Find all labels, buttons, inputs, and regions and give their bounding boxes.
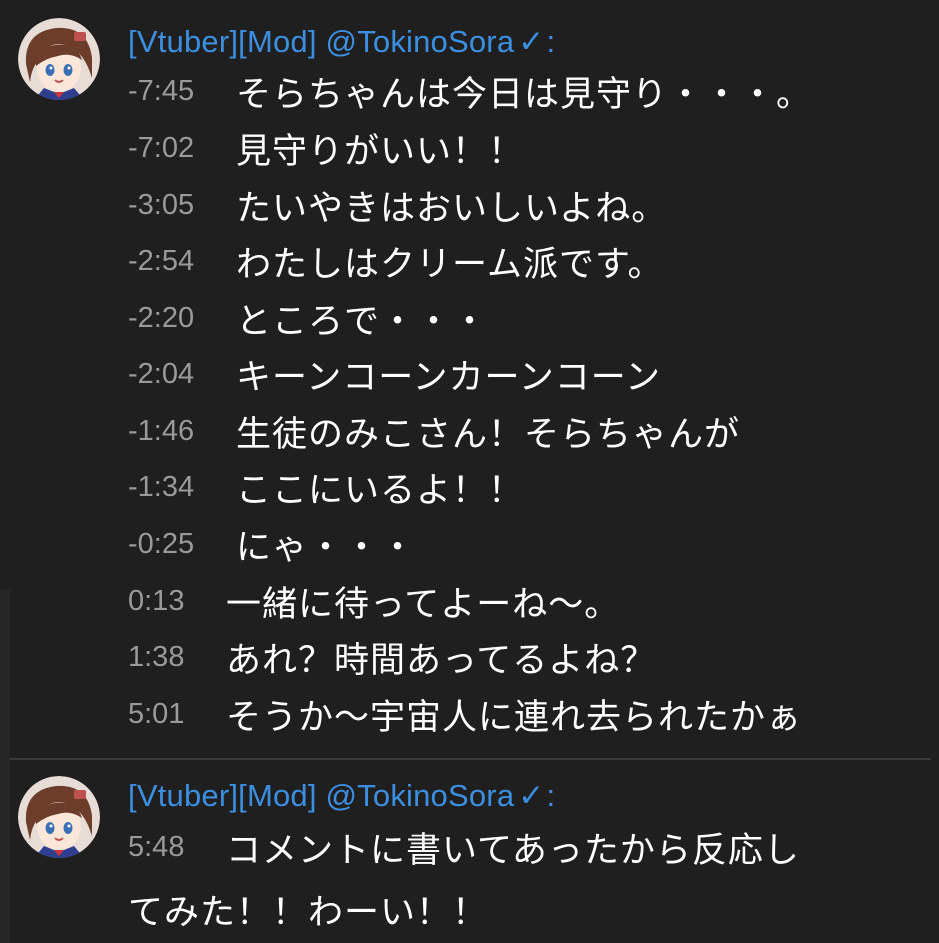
message-text: たいやきはおいしいよね。 <box>236 189 668 229</box>
message-text-continuation: てみた！！わーい！！ <box>128 893 489 933</box>
timestamp[interactable]: -1:34 <box>128 471 236 504</box>
chat-line: -1:34 ここにいるよ！！ <box>128 462 524 518</box>
message-text: そらちゃんは今日は見守り・・・。 <box>236 75 813 115</box>
chat-message-group: [Vtuber][Mod] @TokinoSora ✓: -7:45 そらちゃんは今… <box>0 0 939 760</box>
chat-line: 0:13 一緒に待ってよーね～。 <box>128 576 620 632</box>
author-name[interactable]: [Vtuber][Mod] @TokinoSora ✓: <box>128 24 555 60</box>
message-text: キーンコーンカーンコーン <box>236 358 662 398</box>
chat-line: 1:38 あれ？時間あってるよね？ <box>128 632 656 688</box>
timestamp[interactable]: 5:48 <box>128 831 226 864</box>
chat-line: 5:01 そうか～宇宙人に連れ去られたかぁ <box>128 689 802 745</box>
message-text: コメントに書いてあったから反応し <box>226 831 800 871</box>
chat-line: -2:20 ところで・・・ <box>128 293 488 349</box>
chat-line: -2:54 わたしはクリーム派です。 <box>128 236 663 292</box>
timestamp[interactable]: 0:13 <box>128 585 226 618</box>
chat-message-group: [Vtuber][Mod] @TokinoSora ✓: 5:48 コメントに書いて… <box>0 760 939 943</box>
chat-replay-view: [Vtuber][Mod] @TokinoSora ✓: -7:45 そらちゃんは今… <box>0 0 939 943</box>
message-text: そうか～宇宙人に連れ去られたかぁ <box>226 698 803 738</box>
avatar-image <box>18 776 100 858</box>
chat-line: -0:25 にゃ・・・ <box>128 519 416 575</box>
verified-check-icon: ✓ <box>518 778 545 813</box>
chat-line: -2:04 キーンコーンカーンコーン <box>128 349 661 405</box>
author-colon: : <box>546 778 556 813</box>
verified-check-icon: ✓ <box>518 24 545 59</box>
timestamp[interactable]: 5:01 <box>128 698 226 731</box>
chat-line: -1:46 生徒のみこさん！そらちゃんが <box>128 406 740 462</box>
message-text: わたしはクリーム派です。 <box>236 245 664 285</box>
message-text: 一緒に待ってよーね～。 <box>226 585 621 625</box>
author-label: [Vtuber][Mod] @TokinoSora <box>128 24 515 59</box>
timestamp[interactable]: -1:46 <box>128 415 236 448</box>
avatar[interactable] <box>18 18 100 100</box>
timestamp[interactable]: -7:45 <box>128 75 236 108</box>
avatar-image <box>18 18 100 100</box>
timestamp[interactable]: -2:20 <box>128 302 236 335</box>
timestamp[interactable]: -7:02 <box>128 132 236 165</box>
chat-line: 5:48 コメントに書いてあったから反応し <box>128 822 800 878</box>
message-text: にゃ・・・ <box>236 528 417 568</box>
message-text: 生徒のみこさん！そらちゃんが <box>236 415 741 455</box>
chat-line: -7:45 そらちゃんは今日は見守り・・・。 <box>128 66 812 122</box>
timestamp[interactable]: -3:05 <box>128 189 236 222</box>
author-colon: : <box>546 24 556 59</box>
author-name[interactable]: [Vtuber][Mod] @TokinoSora ✓: <box>128 778 555 814</box>
timestamp[interactable]: -2:04 <box>128 358 236 391</box>
message-text: 見守りがいい！！ <box>236 132 525 172</box>
author-label: [Vtuber][Mod] @TokinoSora <box>128 778 515 813</box>
timestamp[interactable]: 1:38 <box>128 641 226 674</box>
timestamp[interactable]: -0:25 <box>128 528 236 561</box>
timestamp[interactable]: -2:54 <box>128 245 236 278</box>
chat-line: -7:02 見守りがいい！！ <box>128 123 524 179</box>
message-text: あれ？時間あってるよね？ <box>226 641 657 681</box>
chat-line: -3:05 たいやきはおいしいよね。 <box>128 180 667 236</box>
avatar[interactable] <box>18 776 100 858</box>
message-text: ここにいるよ！！ <box>236 471 525 511</box>
message-text: ところで・・・ <box>236 302 489 342</box>
